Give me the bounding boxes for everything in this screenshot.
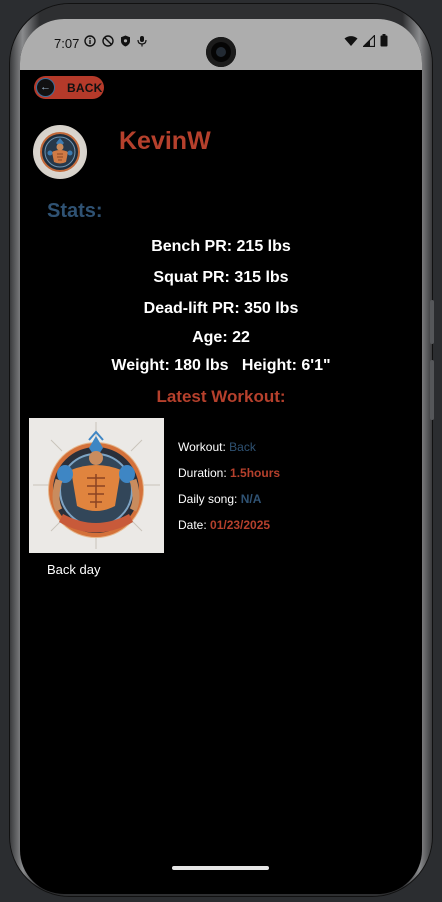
duration-row: Duration: 1.5hours	[178, 466, 280, 480]
info-icon	[84, 35, 96, 47]
warrior-avatar-icon	[40, 132, 80, 172]
daily-song-label: Daily song:	[178, 492, 241, 506]
stat-bench-pr: Bench PR: 215 lbs	[151, 238, 291, 255]
volume-button	[430, 300, 434, 344]
status-time: 7:07	[54, 36, 80, 51]
battery-icon	[380, 34, 388, 47]
duration-label: Duration:	[178, 466, 231, 480]
date-label: Date:	[178, 518, 211, 532]
latest-workout-heading: Latest Workout:	[156, 387, 286, 406]
workout-image[interactable]	[29, 418, 164, 553]
date-value: 01/23/2025	[210, 518, 271, 532]
front-camera	[206, 37, 236, 67]
stats-heading: Stats:	[47, 200, 103, 222]
stat-weight-height: Weight: 180 lbs Height: 6'1"	[111, 357, 331, 374]
stat-deadlift-pr: Dead-lift PR: 350 lbs	[143, 300, 299, 317]
bodybuilder-emblem-icon	[29, 418, 164, 553]
shield-icon	[121, 35, 130, 47]
stat-age: Age: 22	[192, 329, 250, 346]
back-button[interactable]: ← BACK	[34, 76, 104, 99]
workout-caption: Back day	[47, 562, 101, 577]
workout-type-label: Workout:	[178, 440, 230, 454]
back-button-label: BACK	[67, 80, 103, 95]
profile-username: KevinW	[119, 127, 211, 155]
status-icons-left	[84, 35, 147, 47]
stat-squat-pr: Squat PR: 315 lbs	[153, 269, 289, 286]
daily-song-value: N/A	[240, 492, 262, 506]
duration-value: 1.5hours	[230, 466, 281, 480]
daily-song-row: Daily song: N/A	[178, 492, 261, 506]
workout-type-row: Workout: Back	[178, 440, 256, 454]
status-icons-right	[344, 34, 388, 47]
status-bar: 7:07	[20, 19, 422, 70]
usb-debug-icon	[137, 36, 147, 47]
profile-avatar[interactable]	[33, 125, 87, 179]
do-not-disturb-icon	[102, 35, 114, 47]
wifi-icon	[344, 35, 358, 46]
home-indicator[interactable]	[172, 866, 269, 870]
power-button	[430, 360, 434, 420]
app-screen: 7:07 ← BACK KevinW Stats: Bench PR: 215 …	[20, 19, 422, 894]
workout-type-value: Back	[229, 440, 256, 454]
signal-icon	[363, 34, 375, 47]
date-row: Date: 01/23/2025	[178, 518, 270, 532]
back-arrow-icon: ←	[36, 78, 55, 97]
